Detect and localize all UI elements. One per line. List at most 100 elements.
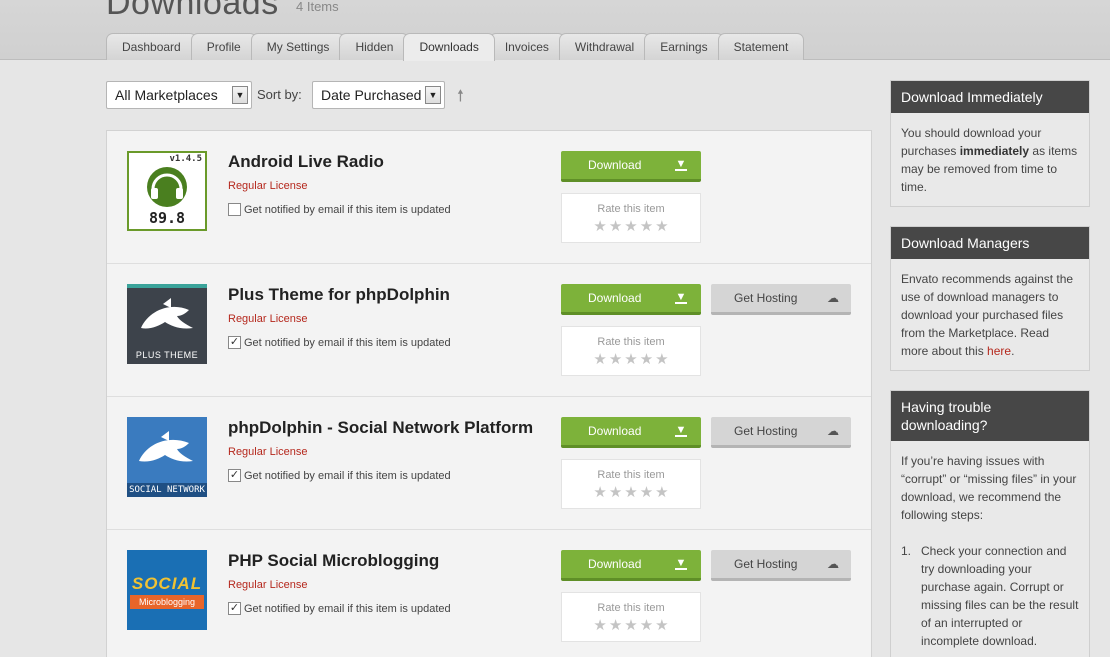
license-label[interactable]: Regular License	[228, 180, 308, 192]
star-icon[interactable]: ★	[655, 618, 668, 634]
tab-bar: Dashboard Profile My Settings Hidden Dow…	[106, 33, 805, 61]
sidebar-emphasis: immediately	[959, 144, 1030, 158]
star-icon[interactable]: ★	[624, 352, 637, 368]
star-icon[interactable]: ★	[593, 485, 606, 501]
tab-downloads[interactable]: Downloads	[403, 33, 495, 61]
notify-checkbox[interactable]	[228, 203, 241, 216]
notify-checkbox-checked[interactable]: ✓	[228, 469, 241, 482]
license-label[interactable]: Regular License	[228, 446, 308, 458]
star-icon[interactable]: ★	[624, 485, 637, 501]
sidebar-text: .	[1011, 344, 1015, 358]
troubleshooting-steps: 1. Check your connection and try downloa…	[901, 542, 1079, 650]
here-link[interactable]: here	[987, 344, 1011, 358]
item-title[interactable]: Android Live Radio	[228, 152, 384, 172]
page-header: Downloads 4 Items Dashboard Profile My S…	[0, 0, 1110, 61]
tab-statement[interactable]: Statement	[717, 33, 805, 60]
dropdown-arrow-icon[interactable]: ▼	[425, 86, 441, 104]
download-immediately-box: Download Immediately You should download…	[890, 80, 1090, 207]
thumbnail-frequency: 89.8	[148, 209, 186, 227]
rate-label: Rate this item	[597, 203, 665, 215]
hosting-label: Get Hosting	[734, 291, 798, 305]
star-icon[interactable]: ★	[593, 219, 606, 235]
item-thumbnail[interactable]: v1.4.5 89.8	[127, 151, 207, 231]
notify-label: Get notified by email if this item is up…	[244, 469, 451, 482]
notify-checkbox-checked[interactable]: ✓	[228, 602, 241, 615]
rate-label: Rate this item	[597, 336, 665, 348]
sidebar-box-body: Envato recommends against the use of dow…	[891, 259, 1089, 370]
download-button[interactable]: Download ▼	[561, 151, 701, 182]
get-hosting-button[interactable]: Get Hosting ☁	[711, 550, 851, 581]
sidebar-box-body: You should download your purchases immed…	[891, 113, 1089, 206]
tab-withdrawal[interactable]: Withdrawal	[558, 33, 651, 60]
item-title[interactable]: PHP Social Microblogging	[228, 551, 439, 571]
notify-option[interactable]: ✓ Get notified by email if this item is …	[228, 469, 451, 482]
download-label: Download	[588, 158, 642, 172]
dropdown-arrow-icon[interactable]: ▼	[232, 86, 248, 104]
star-icon[interactable]: ★	[655, 352, 668, 368]
download-button[interactable]: Download ▼	[561, 284, 701, 315]
star-icon[interactable]: ★	[593, 352, 606, 368]
star-icon[interactable]: ★	[609, 352, 622, 368]
license-label[interactable]: Regular License	[228, 579, 308, 591]
item-thumbnail[interactable]: SOCIAL Microblogging	[127, 550, 207, 630]
notify-option[interactable]: ✓ Get notified by email if this item is …	[228, 602, 451, 615]
star-icon[interactable]: ★	[593, 618, 606, 634]
step-text: Check your connection and try downloadin…	[921, 544, 1079, 648]
tab-earnings[interactable]: Earnings	[644, 33, 724, 60]
notify-checkbox-checked[interactable]: ✓	[228, 336, 241, 349]
thumbnail-version: v1.4.5	[169, 154, 202, 164]
download-arrow-icon: ▼	[675, 557, 687, 570]
download-button[interactable]: Download ▼	[561, 417, 701, 448]
get-hosting-button[interactable]: Get Hosting ☁	[711, 284, 851, 315]
item-count: 4 Items	[296, 0, 339, 14]
star-icon[interactable]: ★	[624, 618, 637, 634]
star-icon[interactable]: ★	[640, 618, 653, 634]
rating-stars[interactable]: ★ ★ ★ ★ ★	[562, 618, 700, 634]
tab-invoices[interactable]: Invoices	[488, 33, 565, 60]
thumbnail-logo-text: SOCIAL	[131, 574, 203, 593]
sort-label: Sort by:	[257, 87, 302, 102]
star-icon[interactable]: ★	[655, 219, 668, 235]
rating-box: Rate this item ★ ★ ★ ★ ★	[561, 592, 701, 642]
star-icon[interactable]: ★	[609, 485, 622, 501]
sidebar-box-body: If you’re having issues with “corrupt” o…	[891, 441, 1089, 657]
cloud-upload-icon: ☁	[827, 291, 839, 305]
star-icon[interactable]: ★	[640, 352, 653, 368]
tab-hidden[interactable]: Hidden	[339, 33, 410, 60]
get-hosting-button[interactable]: Get Hosting ☁	[711, 417, 851, 448]
list-item: 1. Check your connection and try downloa…	[901, 542, 1079, 650]
tab-profile[interactable]: Profile	[190, 33, 257, 60]
tab-my-settings[interactable]: My Settings	[250, 33, 346, 60]
notify-label: Get notified by email if this item is up…	[244, 336, 451, 349]
download-button[interactable]: Download ▼	[561, 550, 701, 581]
sort-select[interactable]: Date Purchased ▼	[312, 81, 445, 109]
rating-stars[interactable]: ★ ★ ★ ★ ★	[562, 219, 700, 235]
rating-box: Rate this item ★ ★ ★ ★ ★	[561, 193, 701, 243]
item-thumbnail[interactable]: PLUS THEME	[127, 284, 207, 364]
license-label[interactable]: Regular License	[228, 313, 308, 325]
hosting-label: Get Hosting	[734, 557, 798, 571]
item-title[interactable]: phpDolphin - Social Network Platform	[228, 418, 533, 438]
marketplace-select[interactable]: All Marketplaces ▼	[106, 81, 252, 109]
star-icon[interactable]: ★	[624, 219, 637, 235]
rating-stars[interactable]: ★ ★ ★ ★ ★	[562, 352, 700, 368]
notify-label: Get notified by email if this item is up…	[244, 203, 451, 216]
star-icon[interactable]: ★	[640, 219, 653, 235]
star-icon[interactable]: ★	[609, 618, 622, 634]
star-icon[interactable]: ★	[609, 219, 622, 235]
rating-stars[interactable]: ★ ★ ★ ★ ★	[562, 485, 700, 501]
download-label: Download	[588, 291, 642, 305]
star-icon[interactable]: ★	[655, 485, 668, 501]
download-list: v1.4.5 89.8 Android Live Radio Regular L…	[106, 130, 872, 657]
dolphin-icon	[141, 298, 193, 329]
tab-dashboard[interactable]: Dashboard	[106, 33, 197, 60]
item-title[interactable]: Plus Theme for phpDolphin	[228, 285, 450, 305]
rating-box: Rate this item ★ ★ ★ ★ ★	[561, 326, 701, 376]
notify-option[interactable]: Get notified by email if this item is up…	[228, 203, 451, 216]
arrow-up-icon[interactable]: 🠕	[457, 85, 464, 112]
star-icon[interactable]: ★	[640, 485, 653, 501]
download-arrow-icon: ▼	[675, 291, 687, 304]
dolphin-icon	[139, 431, 193, 462]
notify-option[interactable]: ✓ Get notified by email if this item is …	[228, 336, 451, 349]
item-thumbnail[interactable]: SOCIAL NETWORK	[127, 417, 207, 497]
